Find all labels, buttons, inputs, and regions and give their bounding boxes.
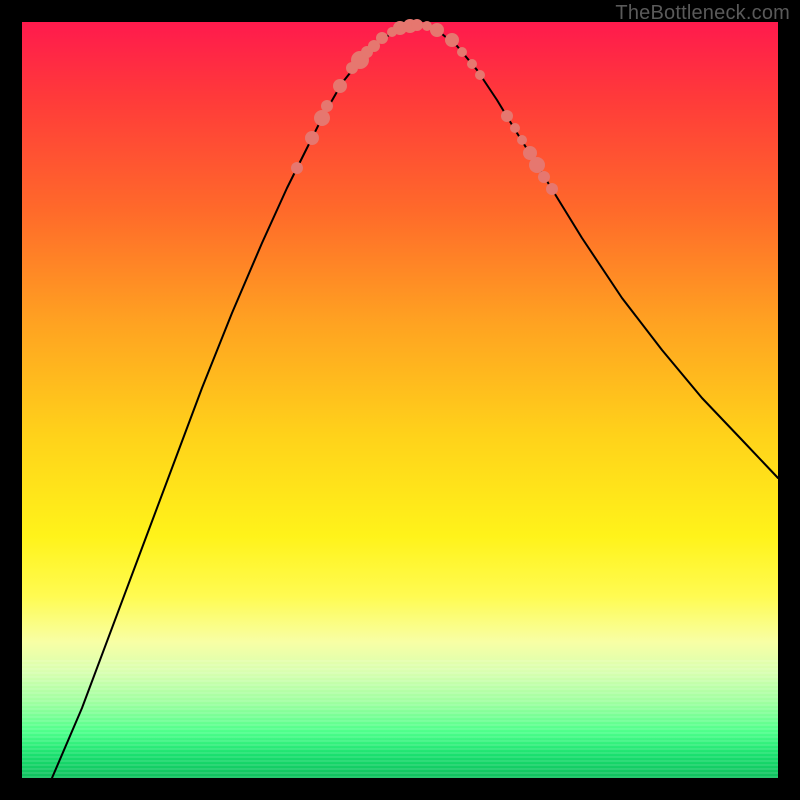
curve-dot — [291, 162, 303, 174]
curve-dot — [321, 100, 333, 112]
curve-dot — [510, 123, 520, 133]
curve-dot — [546, 183, 558, 195]
curve-path — [52, 25, 778, 778]
curve-dot — [457, 47, 467, 57]
watermark-text: TheBottleneck.com — [615, 2, 790, 25]
curve-dot — [376, 32, 388, 44]
curve-dot — [517, 135, 527, 145]
curve-dot — [475, 70, 485, 80]
bottleneck-curve — [52, 25, 778, 778]
curve-dot — [445, 33, 459, 47]
chart-frame — [22, 22, 778, 778]
curve-dot — [538, 171, 550, 183]
curve-dot — [529, 157, 545, 173]
curve-dot — [430, 23, 444, 37]
curve-dot — [411, 19, 423, 31]
curve-dot — [305, 131, 319, 145]
curve-dots — [291, 19, 558, 195]
curve-dot — [314, 110, 330, 126]
curve-dot — [333, 79, 347, 93]
chart-svg — [22, 22, 778, 778]
curve-dot — [501, 110, 513, 122]
curve-dot — [467, 59, 477, 69]
